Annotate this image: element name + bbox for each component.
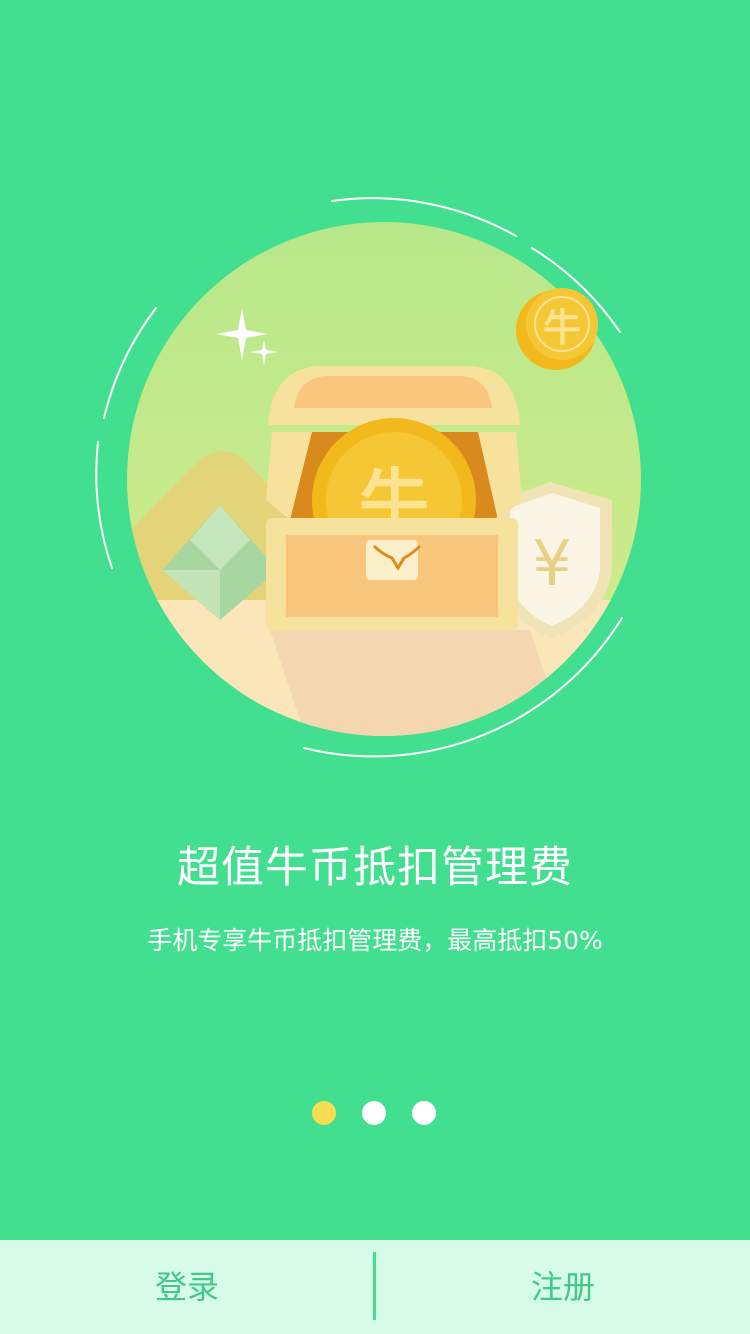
- register-button[interactable]: 注册: [376, 1240, 750, 1334]
- svg-text:牛: 牛: [543, 306, 581, 350]
- login-button[interactable]: 登录: [0, 1240, 374, 1334]
- page-dot-1-active[interactable]: [312, 1101, 336, 1125]
- illustration-svg: ¥ 牛 牛: [95, 197, 641, 758]
- onboarding-screen: ¥ 牛 牛 超值牛币抵扣管理费 手机专享牛币抵扣管理费，最高抵扣50% 登录 注…: [0, 0, 750, 1334]
- page-dot-2[interactable]: [362, 1101, 386, 1125]
- slide-title: 超值牛币抵扣管理费: [177, 843, 573, 893]
- illustration: ¥ 牛 牛: [90, 190, 650, 770]
- bottom-bar: 登录 注册: [0, 1240, 750, 1334]
- treasure-chest-icon: 牛: [266, 366, 522, 630]
- svg-text:¥: ¥: [532, 527, 571, 600]
- page-dot-3[interactable]: [412, 1101, 436, 1125]
- page-indicator: [0, 1101, 750, 1125]
- slide-subtitle: 手机专享牛币抵扣管理费，最高抵扣50%: [147, 926, 603, 955]
